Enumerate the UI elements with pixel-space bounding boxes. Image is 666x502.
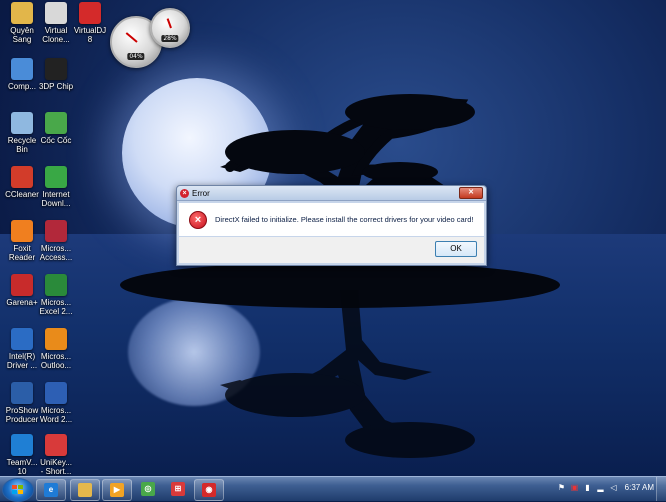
system-tray: ⚑ ▣ ▮ ▂ ◁ [557, 483, 618, 492]
intel-driver-icon [11, 328, 33, 350]
network-icon[interactable]: ▂ [596, 483, 605, 492]
desktop-wallpaper: 04% 28% Quyên Sang Virtual Clone... Virtua… [0, 0, 666, 476]
error-dialog[interactable]: × Error ✕ × DirectX failed to initialize… [176, 185, 487, 266]
desktop-icon[interactable]: Micros... Word 2... [34, 382, 78, 424]
error-message: DirectX failed to initialize. Please ins… [215, 215, 474, 224]
dialog-footer: OK [179, 237, 484, 263]
desktop-icon[interactable]: Cốc Cốc [34, 112, 78, 145]
desktop-icon[interactable]: 3DP Chip [34, 58, 78, 91]
ie-icon: e [44, 483, 58, 497]
desktop-icon-label: Internet Downl... [41, 190, 71, 208]
antivirus-icon[interactable]: ▣ [570, 483, 579, 492]
close-button[interactable]: ✕ [459, 187, 483, 199]
desktop-icon[interactable]: Micros... Access... [34, 220, 78, 262]
virtualdj-icon: ◉ [202, 483, 216, 497]
show-desktop-button[interactable] [656, 477, 666, 501]
desktop-icon-label: UniKey... - Short... [40, 458, 72, 476]
dialog-body: × DirectX failed to initialize. Please i… [179, 203, 484, 236]
computer-icon [11, 58, 33, 80]
proshow-icon [11, 382, 33, 404]
ms-access-icon [45, 220, 67, 242]
desktop-icon-label: Micros... Access... [39, 244, 73, 262]
desktop-icon[interactable]: Internet Downl... [34, 166, 78, 208]
flag-icon[interactable]: ⚑ [557, 483, 566, 492]
garena-icon [11, 274, 33, 296]
taskbar: e ▶ ◎ ⊞ ◉ ⚑ ▣ ▮ ▂ ◁ 6:37 AM [0, 476, 666, 502]
ms-excel-icon [45, 274, 67, 296]
ok-button[interactable]: OK [435, 241, 477, 257]
error-icon: × [189, 210, 207, 229]
taskbar-coccoc[interactable]: ◎ [134, 479, 162, 499]
virtualdj-icon [79, 2, 101, 24]
ram-meter-value: 28% [161, 35, 179, 42]
desktop-icon[interactable]: VirtualDJ 8 [68, 2, 112, 44]
desktop-icon-label: 3DP Chip [38, 82, 74, 91]
coccoc-icon: ◎ [141, 482, 155, 496]
ram-meter-gadget[interactable]: 28% [150, 8, 190, 48]
desktop-icon[interactable]: Micros... Excel 2... [34, 274, 78, 316]
unikey-icon: ⊞ [171, 482, 185, 496]
desktop-icon[interactable]: Micros... Outloo... [34, 328, 78, 370]
start-button[interactable] [2, 478, 34, 502]
desktop-icon-label: Micros... Outloo... [40, 352, 72, 370]
folder-user-icon [11, 2, 33, 24]
download-manager-icon [45, 166, 67, 188]
coccoc-icon [45, 112, 67, 134]
recycle-bin-icon [11, 112, 33, 134]
error-small-icon: × [180, 188, 189, 198]
taskbar-virtualdj[interactable]: ◉ [194, 479, 224, 501]
desktop-icon-label: Micros... Excel 2... [39, 298, 73, 316]
desktop-icon[interactable]: UniKey... - Short... [34, 434, 78, 476]
taskbar-internet-explorer[interactable]: e [36, 479, 66, 501]
cpu-meter-value: 04% [127, 53, 145, 60]
media-player-icon: ▶ [110, 483, 124, 497]
teamviewer-icon [11, 434, 33, 456]
ms-word-icon [45, 382, 67, 404]
desktop-icon-label: Micros... Word 2... [39, 406, 73, 424]
windows-logo-icon [12, 485, 24, 495]
battery-icon[interactable]: ▮ [583, 483, 592, 492]
taskbar-file-explorer[interactable] [70, 479, 100, 501]
clock[interactable]: 6:37 AM [625, 483, 654, 492]
chip-icon [45, 58, 67, 80]
unikey-icon [45, 434, 67, 456]
folder-icon [78, 483, 92, 497]
virtual-clone-icon [45, 2, 67, 24]
dialog-titlebar[interactable]: × Error ✕ [177, 186, 486, 201]
taskbar-media-player[interactable]: ▶ [102, 479, 132, 501]
desktop-icon-label: Cốc Cốc [40, 136, 72, 145]
taskbar-unikey[interactable]: ⊞ [164, 479, 192, 499]
tree-reflection [220, 290, 475, 458]
desktop-icon-label: VirtualDJ 8 [73, 26, 107, 44]
foxit-reader-icon [11, 220, 33, 242]
volume-icon[interactable]: ◁ [609, 483, 618, 492]
dialog-title: Error [192, 188, 210, 198]
ccleaner-icon [11, 166, 33, 188]
ms-outlook-icon [45, 328, 67, 350]
